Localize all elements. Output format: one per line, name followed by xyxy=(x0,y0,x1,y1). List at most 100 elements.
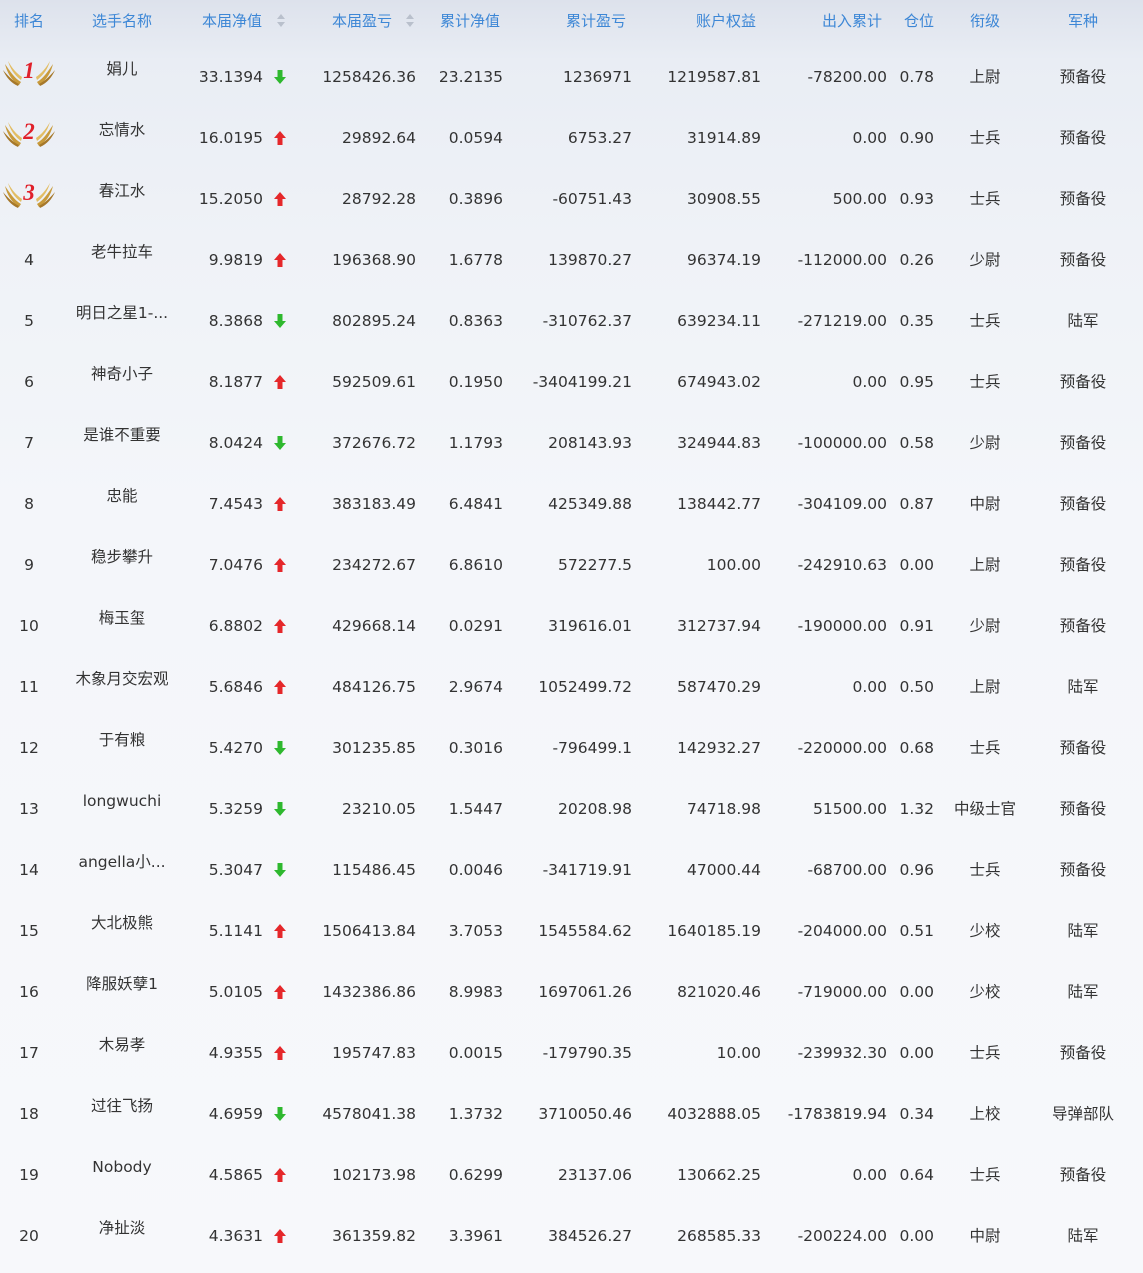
table-row[interactable]: 17 木易孝 4.9355 195747.83 0.0015 -179790.35 10.0… xyxy=(0,1021,1143,1082)
rank-number: 2 xyxy=(23,119,35,144)
account-equity-value: 138442.77 xyxy=(677,495,761,513)
cumulative-net-value: 1.5447 xyxy=(448,800,503,818)
military-rank-title: 中尉 xyxy=(969,1227,1001,1245)
table-row[interactable]: 1 娟儿 33.1394 1258426.36 23.2135 1236971 121958… xyxy=(0,45,1143,106)
rank-number: 9 xyxy=(24,556,34,574)
arrow-down-icon xyxy=(273,1106,287,1122)
military-rank-title: 中级士官 xyxy=(953,800,1016,818)
table-row[interactable]: 5 明日之星1-... 8.3868 802895.24 0.8363 -310762.3… xyxy=(0,289,1143,350)
arrow-up-icon xyxy=(273,1045,287,1061)
rank-medal-wings-icon: 2 xyxy=(2,119,56,151)
rank-number: 7 xyxy=(24,434,34,452)
table-row[interactable]: 12 于有粮 5.4270 301235.85 0.3016 -796499.1 14293… xyxy=(0,716,1143,777)
rank-number: 1 xyxy=(23,58,35,83)
rank-medal-wings-icon: 3 xyxy=(2,180,56,212)
header-inout-total: 出入累计 xyxy=(821,12,882,30)
military-rank-title: 上尉 xyxy=(969,556,1001,574)
account-equity-value: 674943.02 xyxy=(677,373,761,391)
position-value: 0.64 xyxy=(899,1166,934,1184)
account-equity-value: 312737.94 xyxy=(677,617,761,635)
military-branch: 预备役 xyxy=(1059,434,1107,452)
cumulative-profit-value: -310762.37 xyxy=(542,312,632,330)
position-value: 0.93 xyxy=(899,190,934,208)
arrow-up-icon xyxy=(273,374,287,390)
inout-total-value: -78200.00 xyxy=(807,68,887,86)
table-row[interactable]: 14 angella小... 5.3047 115486.45 0.0046 -34171… xyxy=(0,838,1143,899)
arrow-up-icon xyxy=(273,557,287,573)
arrow-down-icon xyxy=(273,801,287,817)
account-equity-value: 639234.11 xyxy=(677,312,761,330)
sort-icon[interactable] xyxy=(406,14,414,29)
cumulative-net-value: 0.3016 xyxy=(448,739,503,757)
inout-total-value: -242910.63 xyxy=(797,556,887,574)
table-row[interactable]: 10 梅玉玺 6.8802 429668.14 0.0291 319616.01 31273… xyxy=(0,594,1143,655)
table-row[interactable]: 8 忠能 7.4543 383183.49 6.4841 425349.88 138442.… xyxy=(0,472,1143,533)
profit-value: 484126.75 xyxy=(332,678,416,696)
rank-number: 11 xyxy=(19,678,39,696)
table-row[interactable]: 20 净扯淡 4.3631 361359.82 3.3961 384526.27 26858… xyxy=(0,1204,1143,1265)
military-rank-title: 少校 xyxy=(969,983,1001,1001)
military-branch: 预备役 xyxy=(1059,617,1107,635)
sort-icon[interactable] xyxy=(277,14,285,29)
header-rank-title: 衔级 xyxy=(969,12,1000,30)
rank-number: 13 xyxy=(19,800,39,818)
table-row[interactable]: 7 是谁不重要 8.0424 372676.72 1.1793 208143.93 3249… xyxy=(0,411,1143,472)
military-branch: 预备役 xyxy=(1059,373,1107,391)
table-row[interactable]: 9 稳步攀升 7.0476 234272.67 6.8610 572277.5 100.00… xyxy=(0,533,1143,594)
cumulative-net-value: 0.0594 xyxy=(448,129,503,147)
arrow-up-icon xyxy=(273,679,287,695)
arrow-up-icon xyxy=(273,984,287,1000)
table-row[interactable]: 2 忘情水 16.0195 29892.64 0.0594 6753.27 31914.89… xyxy=(0,106,1143,167)
arrow-down-icon xyxy=(273,435,287,451)
header-branch: 军种 xyxy=(1067,12,1098,30)
net-value: 8.0424 xyxy=(208,434,263,452)
header-profit-sortable[interactable]: 本届盈亏 xyxy=(320,0,404,42)
inout-total-value: -239932.30 xyxy=(797,1044,887,1062)
military-branch: 导弹部队 xyxy=(1051,1105,1114,1123)
cumulative-net-value: 0.0291 xyxy=(448,617,503,635)
arrow-up-icon xyxy=(273,618,287,634)
account-equity-value: 74718.98 xyxy=(687,800,761,818)
inout-total-value: -304109.00 xyxy=(797,495,887,513)
cumulative-net-value: 0.6299 xyxy=(448,1166,503,1184)
military-rank-title: 中尉 xyxy=(969,495,1001,513)
table-row[interactable]: 13 longwuchi 5.3259 23210.05 1.5447 20208.98 7… xyxy=(0,777,1143,838)
table-row[interactable]: 18 过往飞扬 4.6959 4578041.38 1.3732 3710050.46 40… xyxy=(0,1082,1143,1143)
military-rank-title: 上校 xyxy=(969,1105,1001,1123)
position-value: 0.95 xyxy=(899,373,934,391)
cumulative-profit-value: 572277.5 xyxy=(558,556,632,574)
header-net-value-sortable[interactable]: 本届净值 xyxy=(190,0,274,42)
table-row[interactable]: 11 木象月交宏观 5.6846 484126.75 2.9674 1052499.72 5… xyxy=(0,655,1143,716)
cumulative-net-value: 0.0046 xyxy=(448,861,503,879)
profit-value: 429668.14 xyxy=(332,617,416,635)
military-rank-title: 士兵 xyxy=(969,1166,1001,1184)
profit-value: 115486.45 xyxy=(332,861,416,879)
table-row[interactable]: 16 降服妖孽1 5.0105 1432386.86 8.9983 1697061.26 8… xyxy=(0,960,1143,1021)
cumulative-net-value: 1.6778 xyxy=(448,251,503,269)
inout-total-value: 51500.00 xyxy=(813,800,887,818)
arrow-up-icon xyxy=(273,1167,287,1183)
rank-number: 10 xyxy=(19,617,39,635)
rank-number: 18 xyxy=(19,1105,39,1123)
net-value: 8.3868 xyxy=(208,312,263,330)
table-row[interactable]: 3 春江水 15.2050 28792.28 0.3896 -60751.43 30908.… xyxy=(0,167,1143,228)
cumulative-profit-value: -796499.1 xyxy=(552,739,632,757)
military-rank-title: 士兵 xyxy=(969,1044,1001,1062)
inout-total-value: 0.00 xyxy=(852,373,887,391)
position-value: 0.35 xyxy=(899,312,934,330)
table-row[interactable]: 6 神奇小子 8.1877 592509.61 0.1950 -3404199.21 674… xyxy=(0,350,1143,411)
table-row[interactable]: 15 大北极熊 5.1141 1506413.84 3.7053 1545584.62 16… xyxy=(0,899,1143,960)
table-row[interactable]: 19 Nobody 4.5865 102173.98 0.6299 23137.06 130… xyxy=(0,1143,1143,1204)
profit-value: 29892.64 xyxy=(342,129,416,147)
military-rank-title: 少尉 xyxy=(969,617,1001,635)
header-cumulative-net: 累计净值 xyxy=(439,12,500,30)
cumulative-net-value: 3.7053 xyxy=(448,922,503,940)
profit-value: 361359.82 xyxy=(332,1227,416,1245)
inout-total-value: -271219.00 xyxy=(797,312,887,330)
military-rank-title: 少校 xyxy=(969,922,1001,940)
table-row[interactable]: 4 老牛拉车 9.9819 196368.90 1.6778 139870.27 96374… xyxy=(0,228,1143,289)
cumulative-profit-value: 20208.98 xyxy=(558,800,632,818)
cumulative-profit-value: 1545584.62 xyxy=(538,922,632,940)
account-equity-value: 1219587.81 xyxy=(667,68,761,86)
rank-number: 6 xyxy=(24,373,34,391)
